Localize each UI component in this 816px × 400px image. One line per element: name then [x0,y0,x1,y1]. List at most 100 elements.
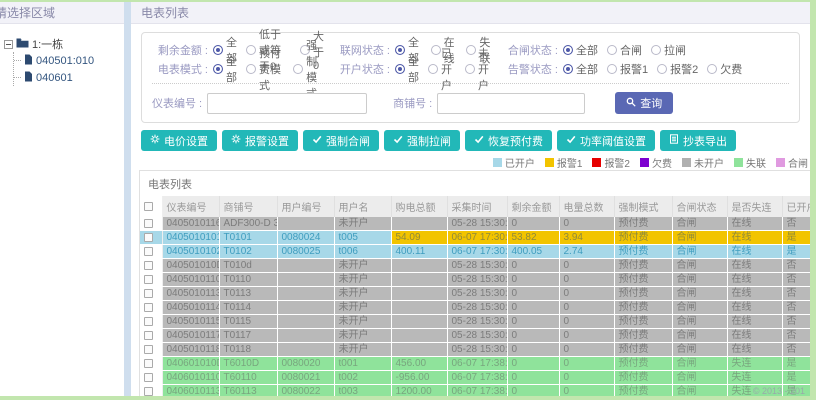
check-icon [474,134,484,147]
search-row: 仪表编号 : 商铺号 : 查询 [152,91,789,115]
shop-no-input[interactable] [437,92,586,114]
search-button[interactable]: 查询 [615,92,674,114]
table-row[interactable]: 0405010110T0110未开户05-28 15:30:0000预付费合闸在… [140,272,810,287]
table-cell: 否 [782,286,810,301]
radio-option[interactable]: 拉闸 [651,42,686,58]
radio-option[interactable]: 欠费 [707,61,742,77]
radio-option[interactable]: 全部 [563,42,598,58]
action-button[interactable]: 报警设置 [222,130,298,151]
tree-leaf[interactable]: 040601 [14,69,122,86]
legend-label: 报警2 [604,158,630,170]
radio-icon[interactable] [428,63,438,74]
table-cell: 05-28 15:30:00 [447,314,508,329]
tree-leaf-label[interactable]: 040601 [36,72,73,84]
table-row[interactable]: 0405010117T0117未开户05-28 15:30:0000预付费合闸在… [140,328,810,343]
action-button[interactable]: 强制合闸 [303,130,379,151]
radio-option[interactable]: 强制模式 [293,37,325,101]
radio-icon[interactable] [707,63,718,74]
table-cell: 0 [559,272,615,287]
table-row[interactable]: 0405010102 T0102 0080025 t006 400.11 06-07 17… [140,244,810,259]
table-row[interactable]: 0405010116ADF300-D 3未开户05-28 15:30:0000预… [140,217,810,231]
action-button[interactable]: 恢复预付费 [465,130,552,151]
row-checkbox[interactable] [144,260,153,270]
header-checkbox-cell [140,196,163,217]
radio-icon[interactable] [465,63,475,74]
action-button[interactable]: 抄表导出 [660,130,736,151]
table-cell: t001 [334,356,392,371]
copyright-text: © 2013 - 201 [752,386,805,396]
tree-leaf-label[interactable]: 040501:010 [36,55,94,67]
row-checkbox[interactable] [144,288,153,298]
radio-option[interactable]: 全部 [395,53,419,85]
table-row[interactable]: 0405010114T0114未开户05-28 15:30:0000预付费合闸在… [140,300,810,315]
radio-icon[interactable] [246,63,256,74]
row-checkbox[interactable] [144,372,153,382]
radio-icon[interactable] [213,63,223,74]
radio-option[interactable]: 预付费模式 [246,45,284,93]
table-row[interactable]: 040601010D T6010D 0080020 t001 456.00 06-07 1… [140,356,810,371]
radio-option[interactable]: 未开户 [465,45,493,93]
radio-option[interactable]: 报警2 [657,61,698,77]
table-row[interactable]: 0405010118T0118未开户05-28 15:30:0000预付费合闸在… [140,342,810,357]
tree-leaf[interactable]: 040501:010 [14,52,122,69]
table-row[interactable]: 040501010DT010d未开户05-28 15:30:0000预付费合闸在… [140,258,810,273]
table-row[interactable]: 0406010113 T60113 0080022 t003 1200.00 06-07 … [140,384,810,396]
tree-collapse-icon[interactable] [4,39,13,49]
radio-icon[interactable] [651,44,661,55]
row-checkbox[interactable] [144,316,153,326]
radio-icon[interactable] [607,44,617,55]
legend-label: 未开户 [694,158,724,170]
filter-label: 告警状态 : [507,63,558,76]
row-checkbox[interactable] [144,274,153,284]
action-button[interactable]: 功率阈值设置 [557,130,655,151]
radio-icon[interactable] [563,44,573,55]
legend-swatch [592,157,602,167]
column-header: 采集时间 [447,196,508,217]
table-cell: 在线 [727,342,783,357]
row-checkbox[interactable] [144,330,153,340]
row-checkbox[interactable] [144,386,153,396]
row-checkbox[interactable] [144,302,153,312]
table-cell [391,258,448,273]
radio-icon[interactable] [395,63,405,74]
table-cell: 在线 [727,328,783,343]
table-cell: ADF300-D 3 [219,217,278,231]
meter-no-input[interactable] [207,92,368,114]
radio-icon[interactable] [607,63,617,74]
table-cell: 预付费 [614,314,673,329]
tree-node-root[interactable]: 1:一栋 [4,36,122,52]
table-row[interactable]: 0405010113T0113未开户05-28 15:30:0000预付费合闸在… [140,286,810,301]
gear-icon [231,134,241,147]
legend-item: 报警1 [544,155,582,170]
select-all-checkbox[interactable] [144,201,153,211]
row-checkbox[interactable] [144,246,153,256]
table-cell [277,328,335,343]
radio-icon[interactable] [657,63,668,74]
table-row[interactable]: 0405010101 T0101 0080024 t005 54.09 06-07 17:… [140,230,810,245]
radio-option-label: 报警1 [620,63,649,76]
radio-option[interactable]: 已开户 [428,45,456,93]
radio-option[interactable]: 合闸 [607,42,642,58]
row-checkbox[interactable] [144,344,153,354]
row-checkbox[interactable] [144,358,153,368]
radio-icon[interactable] [293,63,304,74]
row-checkbox[interactable] [144,232,153,242]
table-row[interactable]: 0406010110 T60110 0080021 t002 -956.00 06-07 … [140,370,810,385]
action-button[interactable]: 强制拉闸 [384,130,460,151]
action-button[interactable]: 电价设置 [141,130,217,151]
tree-node-label[interactable]: 1:一栋 [32,36,63,52]
row-checkbox-cell [140,217,163,231]
filter-group: 电表模式 : 全部预付费模式 强制模式 [152,37,334,101]
radio-option[interactable]: 全部 [563,61,598,77]
radio-option[interactable]: 报警1 [607,61,648,77]
status-legend: 已开户 报警1 报警2 欠费 未开户 失联 合闸 [131,155,808,170]
check-icon [312,134,322,147]
table-cell: 在线 [727,230,783,245]
panel-splitter[interactable] [124,2,131,396]
radio-option[interactable]: 全部 [213,53,237,85]
radio-icon[interactable] [563,63,573,74]
row-checkbox[interactable] [144,218,153,228]
table-cell: 在线 [727,300,783,315]
table-row[interactable]: 0405010115T0115未开户05-28 15:30:0000预付费合闸在… [140,314,810,329]
check-icon [566,134,576,147]
